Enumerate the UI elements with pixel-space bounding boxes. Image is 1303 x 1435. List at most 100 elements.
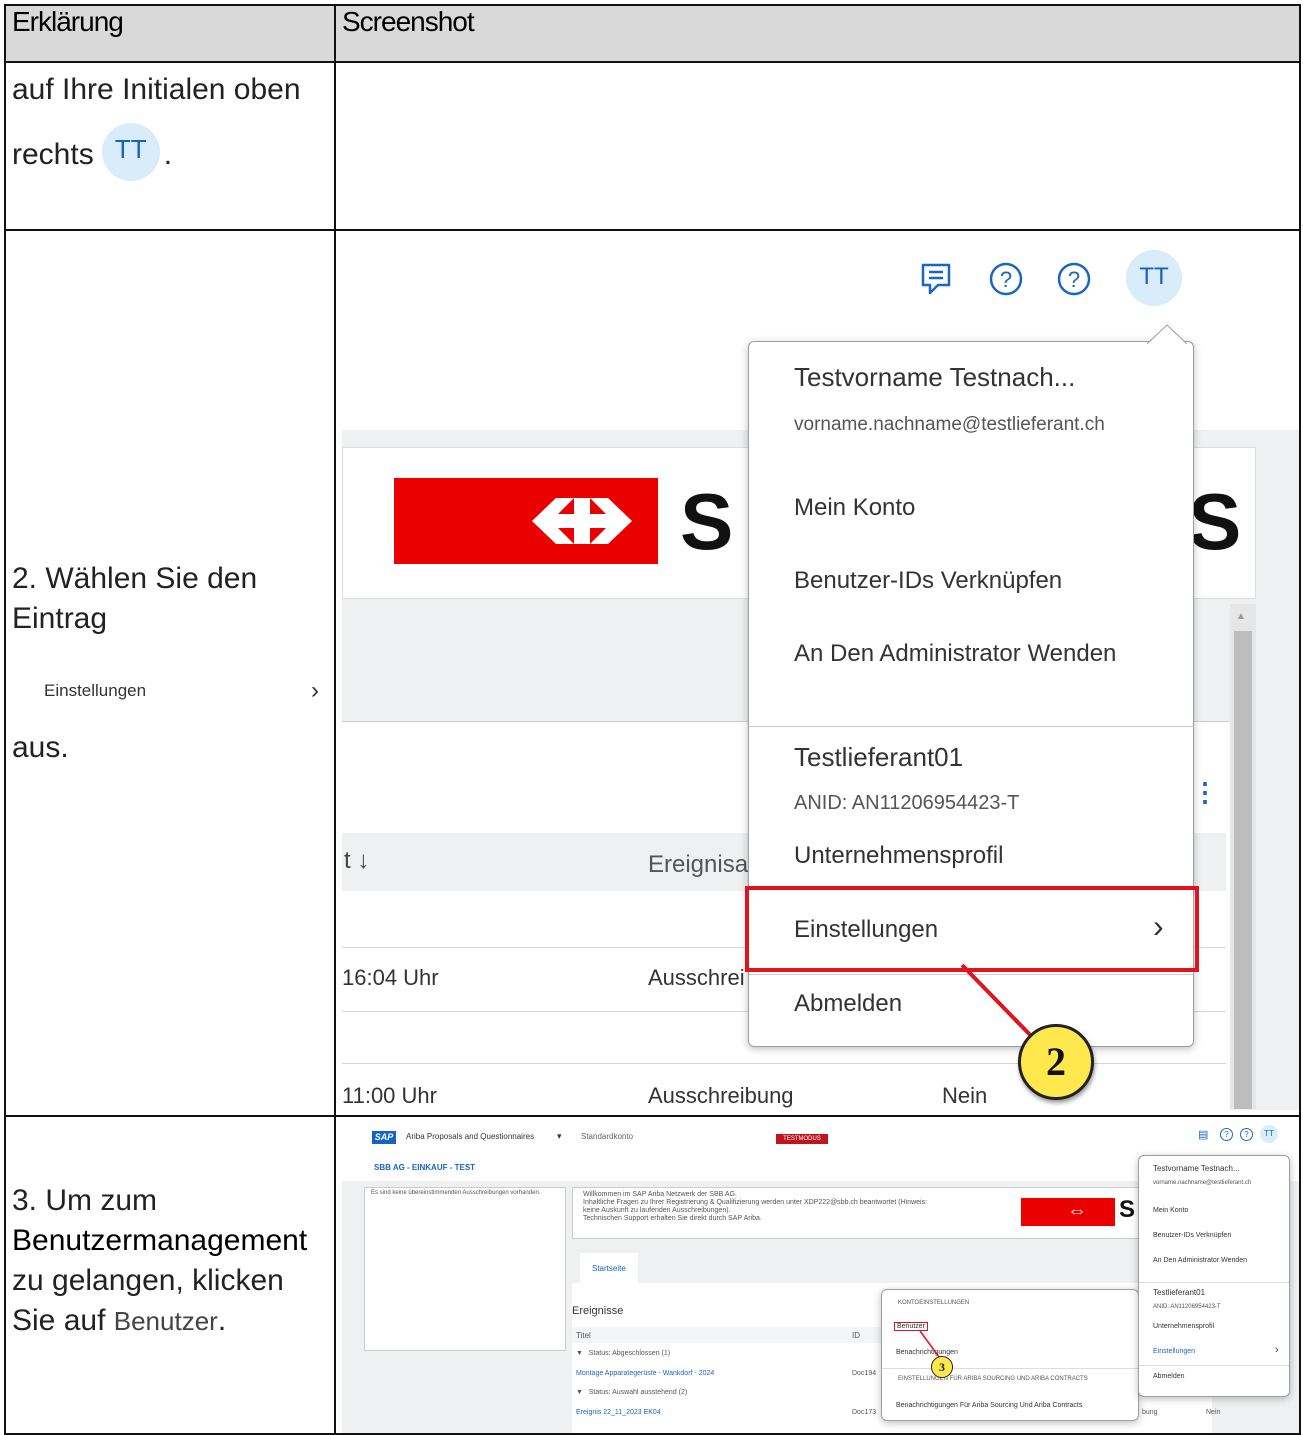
row3-explanation: 3. Um zum Benutzermanagement zu gelangen… bbox=[4, 1115, 336, 1435]
logo-letter: S bbox=[1119, 1196, 1136, 1223]
test-mode-badge: TESTMODUS bbox=[776, 1134, 828, 1144]
inline-users-item: Benutzer bbox=[113, 1306, 218, 1336]
row2-text-a: 2. Wählen Sie den bbox=[12, 562, 258, 595]
menu-item-settings[interactable]: Einstellungen bbox=[1153, 1348, 1195, 1355]
event-type-2: bung bbox=[1142, 1409, 1158, 1416]
user-avatar[interactable]: TT bbox=[1260, 1125, 1278, 1143]
menu-item-contact-admin[interactable]: An Den Administrator Wenden bbox=[794, 640, 1116, 668]
popover-arrow bbox=[1147, 324, 1187, 344]
submenu-head-account: KONTOEINSTELLUNGEN bbox=[898, 1300, 970, 1306]
welcome-text: Willkommen im SAP Ariba Netzwerk der SBB… bbox=[583, 1191, 928, 1222]
sap-logo: SAP bbox=[372, 1131, 396, 1144]
event-id-1: Doc194 bbox=[852, 1370, 877, 1377]
help-icon-2[interactable]: ? bbox=[1240, 1128, 1253, 1141]
svg-text:?: ? bbox=[1068, 267, 1080, 292]
menu-item-link-user-ids[interactable]: Benutzer-IDs Verknüpfen bbox=[1153, 1232, 1231, 1239]
svg-text:?: ? bbox=[1000, 267, 1012, 292]
row3-text-d: Sie auf bbox=[12, 1304, 106, 1337]
highlight-settings-box bbox=[745, 886, 1199, 972]
no-results-text: Es sind keine übereinstimmenden Ausschre… bbox=[371, 1190, 541, 1196]
event-time-2: 11:00 Uhr bbox=[342, 1083, 437, 1108]
chevron-right-icon: › bbox=[311, 677, 319, 704]
submenu-head-sourcing: EINSTELLUNGEN FÜR ARIBA SOURCING UND ARI… bbox=[898, 1376, 1088, 1382]
event-answer-2: Nein bbox=[1206, 1409, 1221, 1416]
status-pending[interactable]: ▼ Status: Auswahl ausstehend (2) bbox=[576, 1389, 687, 1396]
feedback-icon[interactable]: ▤ bbox=[1198, 1128, 1208, 1141]
user-avatar[interactable]: TT bbox=[1126, 250, 1182, 306]
feedback-icon[interactable] bbox=[920, 262, 952, 296]
menu-item-logout[interactable]: Abmelden bbox=[794, 990, 902, 1018]
menu-item-company-profile[interactable]: Unternehmensprofil bbox=[794, 842, 1003, 870]
menu-user-email: vorname.nachname@testlieferant.ch bbox=[794, 414, 1105, 435]
scrollbar-thumb[interactable] bbox=[1234, 631, 1252, 1109]
menu-item-company-profile[interactable]: Unternehmensprofil bbox=[1153, 1323, 1214, 1330]
events-heading: Ereignisse bbox=[572, 1305, 624, 1317]
sbb-arrow-logo-icon bbox=[532, 498, 632, 544]
menu-user-email: vorname.nachname@testlieferant.ch bbox=[1153, 1180, 1252, 1186]
row3-text-c: zu gelangen, klicken bbox=[12, 1264, 284, 1297]
submenu-item-sourcing-notifications[interactable]: Benachrichtigungen Für Ariba Sourcing Un… bbox=[896, 1402, 1082, 1409]
step-badge-2: 2 bbox=[1018, 1024, 1094, 1100]
chevron-right-icon: › bbox=[1275, 1344, 1279, 1356]
row3-screenshot: SAP Ariba Proposals and Questionnaires ▾… bbox=[334, 1115, 1301, 1435]
menu-company-name: Testlieferant01 bbox=[1153, 1288, 1206, 1297]
header-explanation: Erklärung bbox=[4, 4, 336, 63]
status-closed[interactable]: ▼ Status: Abgeschlossen (1) bbox=[576, 1350, 670, 1357]
row1-screenshot bbox=[334, 61, 1301, 231]
initials-avatar-inline: TT bbox=[101, 123, 160, 181]
sbb-logo-block bbox=[394, 478, 658, 564]
event-type-column-label: Ereignisar bbox=[648, 851, 757, 878]
row2-screenshot: S S t ↓ Ereignisar 16:04 Uhr Ausschrei 1… bbox=[334, 229, 1301, 1117]
product-dropdown-icon[interactable]: ▾ bbox=[557, 1131, 562, 1142]
tab-home[interactable]: Startseite bbox=[580, 1253, 638, 1283]
event-type-2: Ausschreibung bbox=[648, 1083, 794, 1108]
no-results-panel: Es sind keine übereinstimmenden Ausschre… bbox=[364, 1187, 566, 1351]
logo-letter-left: S bbox=[680, 477, 734, 566]
tab-home-label[interactable]: Startseite bbox=[592, 1264, 626, 1273]
scroll-up-icon[interactable]: ▲ bbox=[1236, 611, 1246, 622]
menu-user-name: Testvorname Testnach... bbox=[794, 362, 1076, 392]
org-name[interactable]: SBB AG - EINKAUF - TEST bbox=[374, 1163, 475, 1172]
col-id: ID bbox=[852, 1331, 860, 1340]
header-screenshot: Screenshot bbox=[334, 4, 1301, 63]
sort-column-label[interactable]: t ↓ bbox=[344, 847, 369, 875]
menu-item-my-account[interactable]: Mein Konto bbox=[794, 494, 915, 522]
row1-text-c: . bbox=[163, 138, 173, 171]
menu-company-name: Testlieferant01 bbox=[794, 742, 964, 772]
row3-text-a: 3. Um zum bbox=[12, 1184, 158, 1217]
row1-explanation: auf Ihre Initialen oben rechts TT. bbox=[4, 61, 336, 231]
menu-item-link-user-ids[interactable]: Benutzer-IDs Verknüpfen bbox=[794, 567, 1062, 595]
sbb-logo-block: ⇔ bbox=[1021, 1198, 1115, 1226]
menu-anid: ANID: AN11206954423-T bbox=[1153, 1304, 1221, 1310]
event-link-1[interactable]: Montage Apparategerüste - Wankdorf - 202… bbox=[576, 1370, 714, 1377]
sbb-arrow-logo-icon: ⇔ bbox=[1067, 1200, 1087, 1222]
menu-anid: ANID: AN11206954423-T bbox=[794, 792, 1020, 814]
step-badge-3: 3 bbox=[931, 1356, 953, 1378]
instruction-table: Erklärung Screenshot auf Ihre Initialen … bbox=[4, 4, 1301, 1435]
row3-text-b: Benutzermanagement bbox=[12, 1224, 308, 1257]
menu-item-my-account[interactable]: Mein Konto bbox=[1153, 1207, 1188, 1214]
row3-text-e: . bbox=[217, 1304, 227, 1337]
help-icon-2[interactable]: ? bbox=[1056, 261, 1092, 297]
account-type: Standardkonto bbox=[581, 1132, 634, 1141]
menu-item-logout[interactable]: Abmelden bbox=[1153, 1373, 1185, 1380]
event-type-1: Ausschrei bbox=[648, 965, 745, 990]
event-answer-2: Nein bbox=[942, 1083, 988, 1108]
logo-letter-right: S bbox=[1188, 477, 1242, 566]
event-time-1: 16:04 Uhr bbox=[342, 965, 439, 990]
row2-text-c: aus. bbox=[12, 731, 69, 764]
product-name[interactable]: Ariba Proposals and Questionnaires bbox=[406, 1132, 534, 1141]
event-link-2[interactable]: Ereignis 22_11_2023 EK04 bbox=[576, 1409, 661, 1416]
help-icon[interactable]: ? bbox=[1220, 1128, 1233, 1141]
row1-text-b: rechts bbox=[12, 138, 94, 171]
row1-text-a: auf Ihre Initialen oben bbox=[12, 73, 301, 106]
row2-text-b: Eintrag bbox=[12, 602, 108, 635]
inline-settings-item: Einstellungen › bbox=[44, 677, 319, 704]
help-icon[interactable]: ? bbox=[988, 261, 1024, 297]
menu-user-name: Testvorname Testnach... bbox=[1153, 1164, 1240, 1173]
inline-settings-label: Einstellungen bbox=[44, 681, 147, 700]
col-title: Titel bbox=[576, 1331, 591, 1340]
menu-item-contact-admin[interactable]: An Den Administrator Wenden bbox=[1153, 1257, 1247, 1264]
row2-explanation: 2. Wählen Sie den Eintrag Einstellungen … bbox=[4, 229, 336, 1117]
more-options-icon[interactable]: ⋮ bbox=[1192, 777, 1218, 808]
